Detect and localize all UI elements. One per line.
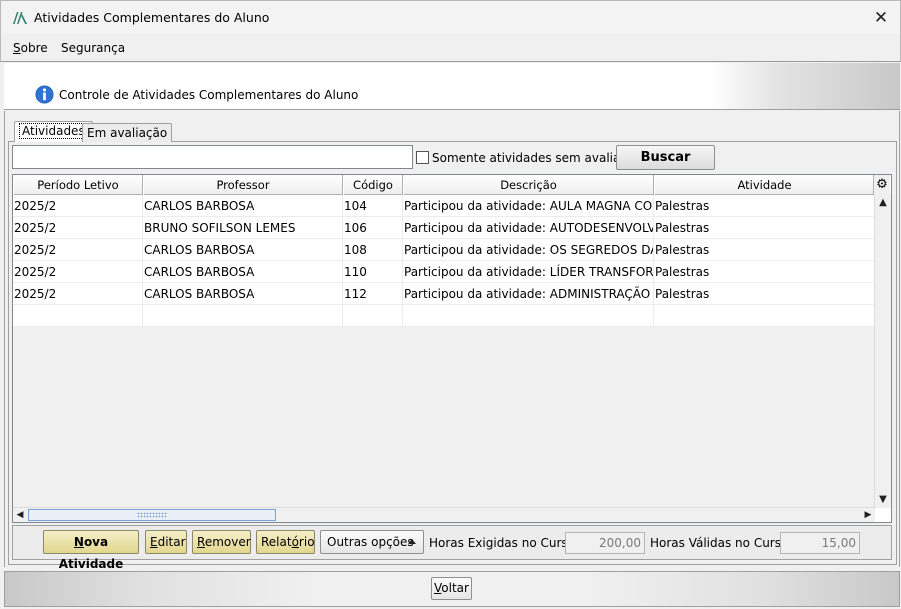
- cell-descricao: Participou da atividade: AUTODESENVOLVIM…: [403, 217, 654, 239]
- menu-item-seguranca[interactable]: Segurança: [61, 41, 125, 55]
- cell-professor: CARLOS BARBOSA: [143, 239, 343, 261]
- horas-validas-field: 15,00: [780, 532, 860, 554]
- cell-codigo: 110: [343, 261, 403, 283]
- vertical-scrollbar[interactable]: ▲ ▼: [874, 195, 891, 508]
- cell-professor: CARLOS BARBOSA: [143, 261, 343, 283]
- cell-atividade: Palestras: [654, 195, 875, 217]
- nova-atividade-button[interactable]: Nova Atividade: [43, 530, 139, 571]
- chevron-up-icon: [408, 539, 416, 544]
- column-header-descricao[interactable]: Descrição: [403, 175, 654, 195]
- cell-empty: [13, 305, 143, 327]
- cell-periodo: 2025/2: [13, 217, 143, 239]
- cell-periodo: 2025/2: [13, 283, 143, 305]
- form-header: Controle de Atividades Complementares do…: [4, 63, 900, 110]
- cell-codigo: 108: [343, 239, 403, 261]
- menu-bar: Sobre Segurança: [0, 34, 901, 62]
- table-row[interactable]: 2025/2 CARLOS BARBOSA 112 Participou da …: [13, 283, 875, 305]
- gear-icon[interactable]: ⚙: [873, 175, 890, 195]
- column-header-professor[interactable]: Professor: [143, 175, 343, 195]
- table-row[interactable]: 2025/2 CARLOS BARBOSA 108 Participou da …: [13, 239, 875, 261]
- relatorio-button[interactable]: Relatório: [256, 530, 315, 554]
- cell-professor: BRUNO SOFILSON LEMES: [143, 217, 343, 239]
- buscar-button[interactable]: Buscar: [616, 145, 715, 170]
- horizontal-scroll-thumb[interactable]: [28, 509, 276, 521]
- outras-opcoes-button[interactable]: Outras opções: [320, 530, 424, 554]
- sem-avaliacao-checkbox[interactable]: [416, 151, 429, 164]
- scroll-up-icon[interactable]: ▲: [875, 195, 891, 211]
- window-title: Atividades Complementares do Aluno: [34, 10, 270, 25]
- table-row[interactable]: 2025/2 BRUNO SOFILSON LEMES 106 Particip…: [13, 217, 875, 239]
- table-row-empty[interactable]: [13, 305, 875, 327]
- grid-empty-area: [13, 327, 875, 508]
- horas-validas-label: Horas Válidas no Curso:: [650, 536, 793, 550]
- cell-atividade: Palestras: [654, 239, 875, 261]
- remover-button[interactable]: Remover: [192, 530, 251, 554]
- cell-atividade: Palestras: [654, 217, 875, 239]
- cell-empty: [403, 305, 654, 327]
- cell-empty: [143, 305, 343, 327]
- tab-atividades[interactable]: Atividades: [14, 121, 93, 142]
- table-row[interactable]: 2025/2 CARLOS BARBOSA 110 Participou da …: [13, 261, 875, 283]
- cell-descricao: Participou da atividade: ADMINISTRAÇÃO P…: [403, 283, 654, 305]
- cell-descricao: Participou da atividade: OS SEGREDOS DA …: [403, 239, 654, 261]
- app-logo-icon: [13, 12, 27, 24]
- grid-body: 2025/2 CARLOS BARBOSA 104 Participou da …: [13, 195, 875, 508]
- cell-atividade: Palestras: [654, 261, 875, 283]
- horizontal-scrollbar[interactable]: ◀ ▶: [13, 507, 875, 522]
- column-header-codigo[interactable]: Código: [343, 175, 403, 195]
- scroll-down-icon[interactable]: ▼: [875, 492, 891, 508]
- activities-grid: Período Letivo Professor Código Descriçã…: [12, 174, 892, 523]
- horas-exigidas-field: 200,00: [565, 532, 645, 554]
- editar-button[interactable]: Editar: [145, 530, 187, 554]
- close-icon[interactable]: ✕: [868, 5, 894, 31]
- scroll-right-icon[interactable]: ▶: [861, 508, 875, 522]
- sem-avaliacao-label[interactable]: Somente atividades sem avaliação: [432, 151, 642, 165]
- grid-header: Período Letivo Professor Código Descriçã…: [13, 175, 875, 195]
- cell-professor: CARLOS BARBOSA: [143, 283, 343, 305]
- cell-empty: [654, 305, 875, 327]
- menu-item-sobre[interactable]: Sobre: [13, 41, 48, 55]
- table-row[interactable]: 2025/2 CARLOS BARBOSA 104 Participou da …: [13, 195, 875, 217]
- column-header-periodo[interactable]: Período Letivo: [13, 175, 143, 195]
- info-icon: [35, 85, 54, 104]
- cell-periodo: 2025/2: [13, 195, 143, 217]
- column-header-atividade[interactable]: Atividade: [654, 175, 875, 195]
- tab-em-avaliacao[interactable]: Em avaliação: [82, 123, 173, 142]
- cell-codigo: 112: [343, 283, 403, 305]
- cell-codigo: 104: [343, 195, 403, 217]
- cell-periodo: 2025/2: [13, 239, 143, 261]
- grip-icon: [137, 512, 167, 518]
- voltar-button[interactable]: Voltar: [431, 577, 472, 600]
- search-input[interactable]: [12, 145, 413, 169]
- cell-descricao: Participou da atividade: LÍDER TRANSFORM…: [403, 261, 654, 283]
- cell-atividade: Palestras: [654, 283, 875, 305]
- cell-empty: [343, 305, 403, 327]
- cell-periodo: 2025/2: [13, 261, 143, 283]
- cell-professor: CARLOS BARBOSA: [143, 195, 343, 217]
- title-bar: Atividades Complementares do Aluno ✕: [0, 0, 901, 34]
- cell-descricao: Participou da atividade: AULA MAGNA COM …: [403, 195, 654, 217]
- scroll-left-icon[interactable]: ◀: [13, 508, 27, 522]
- cell-codigo: 106: [343, 217, 403, 239]
- horas-exigidas-label: Horas Exigidas no Curso:: [429, 536, 580, 550]
- page-title: Controle de Atividades Complementares do…: [59, 88, 359, 102]
